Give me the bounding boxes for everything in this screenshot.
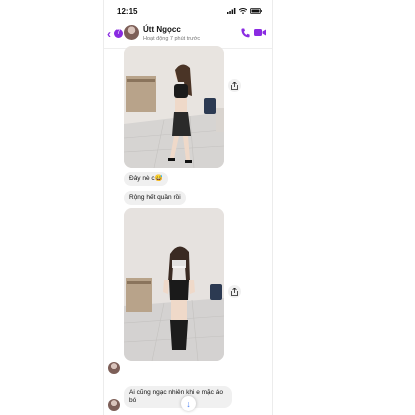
status-icons <box>227 8 262 14</box>
photo-woman-crop-top <box>124 208 224 361</box>
photo-message[interactable] <box>124 208 224 361</box>
share-button[interactable] <box>228 285 241 298</box>
wifi-icon <box>239 8 247 14</box>
battery-icon <box>250 8 262 14</box>
video-call-icon[interactable] <box>254 28 266 37</box>
message-bubble[interactable]: Ai cũng ngạc nhiên khi e mặc áo bó <box>124 386 232 408</box>
photo-message[interactable] <box>124 46 224 168</box>
signal-icon <box>227 8 236 14</box>
contact-avatar[interactable] <box>124 25 139 40</box>
sender-avatar[interactable] <box>108 362 120 374</box>
share-icon <box>231 287 238 296</box>
messenger-screen: 12:15 ‹ 7 Útt Ngọcc Hoạt động 7 phút trư… <box>103 0 273 415</box>
photo-woman-black-outfit <box>124 46 224 168</box>
back-button[interactable]: ‹ <box>107 27 111 41</box>
scroll-to-bottom-button[interactable]: ↓ <box>181 396 196 411</box>
chat-header: ‹ 7 Útt Ngọcc Hoạt động 7 phút trước <box>104 22 272 49</box>
phone-call-icon[interactable] <box>241 28 250 38</box>
share-button[interactable] <box>228 79 241 92</box>
share-icon <box>231 81 238 90</box>
message-bubble[interactable]: Đây nè c😅 <box>124 172 168 186</box>
status-bar: 12:15 <box>104 0 272 22</box>
arrow-down-icon: ↓ <box>186 398 191 409</box>
unread-badge: 7 <box>114 29 123 38</box>
sender-avatar[interactable] <box>108 399 120 411</box>
message-bubble[interactable]: Rộng hết quần rồi <box>124 191 186 205</box>
status-time: 12:15 <box>117 7 138 16</box>
contact-name[interactable]: Útt Ngọcc <box>143 25 181 34</box>
activity-status: Hoạt động 7 phút trước <box>143 36 201 42</box>
